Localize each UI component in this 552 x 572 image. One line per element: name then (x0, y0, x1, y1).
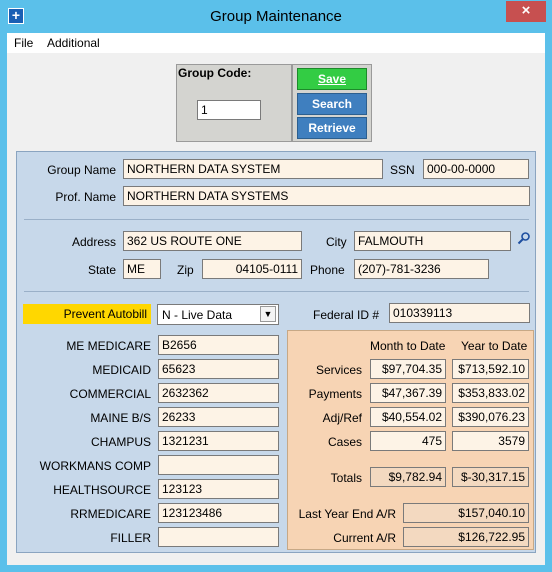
search-icon[interactable] (517, 231, 531, 245)
last-year-ar-field: $157,040.10 (403, 503, 529, 523)
payer-field[interactable] (158, 527, 279, 547)
stat-year: $713,592.10 (452, 359, 529, 379)
zip-label: Zip (177, 263, 194, 277)
payer-label: WORKMANS COMP (39, 459, 151, 473)
separator (24, 291, 529, 292)
current-ar-field: $126,722.95 (403, 527, 529, 547)
retrieve-button[interactable]: Retrieve (297, 117, 367, 139)
stat-label: Services (315, 363, 362, 377)
payer-field[interactable]: 123123486 (158, 503, 279, 523)
payer-field[interactable]: 65623 (158, 359, 279, 379)
stat-year: $390,076.23 (452, 407, 529, 427)
month-header: Month to Date (370, 339, 446, 353)
group-name-label: Group Name (47, 163, 116, 177)
stat-year: 3579 (452, 431, 529, 451)
payer-field[interactable]: B2656 (158, 335, 279, 355)
stat-month: 475 (370, 431, 446, 451)
state-field[interactable]: ME (123, 259, 161, 279)
payer-label: HEALTHSOURCE (53, 483, 151, 497)
payer-field[interactable]: 2632362 (158, 383, 279, 403)
payer-field[interactable]: 26233 (158, 407, 279, 427)
payer-label: FILLER (110, 531, 151, 545)
stat-label: Payments (308, 387, 362, 401)
payer-field[interactable]: 123123 (158, 479, 279, 499)
search-button[interactable]: Search (297, 93, 367, 115)
payer-label: RRMEDICARE (70, 507, 151, 521)
prevent-autobill-label: Prevent Autobill (23, 304, 151, 324)
totals-year: $-30,317.15 (452, 467, 529, 487)
group-name-field[interactable]: NORTHERN DATA SYSTEM (123, 159, 383, 179)
save-button[interactable]: Save (297, 68, 367, 90)
group-code-input[interactable]: 1 (197, 100, 261, 120)
last-year-ar-label: Last Year End A/R (298, 507, 396, 521)
state-label: State (87, 263, 116, 277)
stat-year: $353,833.02 (452, 383, 529, 403)
zip-field[interactable]: 04105-0111 (202, 259, 302, 279)
year-header: Year to Date (461, 339, 528, 353)
ssn-label: SSN (390, 163, 415, 177)
payer-label: COMMERCIAL (69, 387, 151, 401)
totals-label: Totals (330, 471, 362, 485)
payer-label: MAINE B/S (90, 411, 151, 425)
window-title: Group Maintenance (210, 8, 342, 25)
payer-label: CHAMPUS (90, 435, 151, 449)
stat-month: $47,367.39 (370, 383, 446, 403)
menu-additional[interactable]: Additional (47, 36, 100, 50)
current-ar-label: Current A/R (333, 531, 396, 545)
stat-month: $97,704.35 (370, 359, 446, 379)
payer-field[interactable] (158, 455, 279, 475)
city-field[interactable]: FALMOUTH (354, 231, 511, 251)
menu-file[interactable]: File (14, 36, 33, 50)
group-code-label: Group Code: (178, 66, 252, 80)
close-button[interactable]: × (506, 1, 546, 22)
payer-label: ME MEDICARE (66, 339, 151, 353)
payer-label: MEDICAID (92, 363, 151, 377)
address-label: Address (71, 235, 116, 249)
chevron-down-icon[interactable]: ▼ (260, 306, 276, 322)
prof-name-field[interactable]: NORTHERN DATA SYSTEMS (123, 186, 530, 206)
totals-month: $9,782.94 (370, 467, 446, 487)
federal-id-field[interactable]: 010339113 (389, 303, 530, 323)
ssn-field[interactable]: 000-00-0000 (423, 159, 529, 179)
phone-label: Phone (310, 263, 345, 277)
stat-label: Adj/Ref (322, 411, 362, 425)
payer-field[interactable]: 1321231 (158, 431, 279, 451)
city-label: City (326, 235, 347, 249)
stat-month: $40,554.02 (370, 407, 446, 427)
federal-id-label: Federal ID # (313, 308, 380, 322)
phone-field[interactable]: (207)-781-3236 (354, 259, 489, 279)
address-field[interactable]: 362 US ROUTE ONE (123, 231, 302, 251)
prof-name-label: Prof. Name (55, 190, 116, 204)
separator (24, 219, 529, 220)
stat-label: Cases (327, 435, 362, 449)
